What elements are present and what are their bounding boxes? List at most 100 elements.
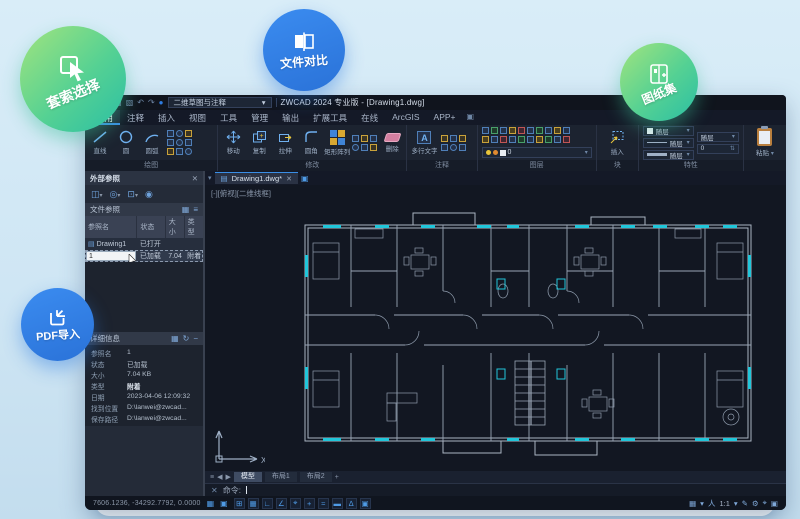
layer-tools[interactable] <box>481 127 592 145</box>
modify-mini-tools[interactable] <box>352 134 378 151</box>
isolate-objects-icon[interactable]: ⌖ <box>763 498 767 508</box>
command-line[interactable]: ✕ 命令: <box>205 483 786 496</box>
tab-app-plus[interactable]: APP+ <box>427 110 463 125</box>
workspace-gear-icon[interactable]: ⚙ <box>752 499 759 508</box>
annotation-scale-value[interactable]: 1:1 <box>719 499 729 508</box>
ucs-toggle[interactable]: ∆ <box>345 497 357 509</box>
tab-express[interactable]: 扩展工具 <box>306 110 354 125</box>
table-row[interactable]: ▤ Drawing1 已打开 <box>85 238 203 250</box>
tab-model[interactable]: 模型 <box>233 472 262 482</box>
details-collapse-icon[interactable]: − <box>193 334 198 343</box>
panel-label-modify[interactable]: 修改 <box>218 160 407 171</box>
xref-list-empty[interactable] <box>85 262 203 332</box>
refresh-ref-icon[interactable]: ◉ <box>145 189 153 200</box>
attach-image-icon[interactable]: ◎▾ <box>110 189 121 200</box>
tab-arcgis[interactable]: ArcGIS <box>385 110 426 125</box>
dyn-toggle[interactable]: ≈ <box>317 497 329 509</box>
panel-label-properties[interactable]: 特性 <box>638 160 743 171</box>
select-cycle-toggle[interactable]: ▣ <box>359 497 371 509</box>
copy-button[interactable]: + 复制 <box>248 130 270 155</box>
grid-toggle[interactable]: ▦ <box>247 497 259 509</box>
tab-layout2[interactable]: 布局2 <box>299 472 332 482</box>
tab-layout1[interactable]: 布局1 <box>264 472 297 482</box>
feature-badge-lasso[interactable]: 套索选择 <box>20 26 126 132</box>
tab-view[interactable]: 视图 <box>182 110 213 125</box>
polar-toggle[interactable]: ∠ <box>275 497 287 509</box>
arc-button[interactable]: 圆弧 <box>141 130 163 155</box>
plot-style-dropdown[interactable]: 随层 ▾ <box>696 131 739 142</box>
list-view-icon[interactable]: ▦ <box>182 205 190 214</box>
tab-online[interactable]: 在线 <box>354 110 385 125</box>
fullscreen-icon[interactable]: ▣ <box>771 499 778 508</box>
prev-layout-icon[interactable]: ◀ <box>217 473 222 481</box>
tab-tools[interactable]: 工具 <box>213 110 244 125</box>
add-layout-icon[interactable]: + <box>335 474 339 481</box>
doc-tab-menu-icon[interactable]: ▾ <box>208 174 212 182</box>
erase-button[interactable]: 删除 <box>381 132 403 153</box>
col-type[interactable]: 类型 <box>184 216 203 238</box>
model-space-icon[interactable]: ▦ <box>207 499 215 508</box>
draw-mini-tools[interactable] <box>167 130 192 155</box>
new-drawing-tab-icon[interactable]: ▣ <box>301 174 309 183</box>
move-button[interactable]: 移动 <box>222 130 244 155</box>
annotate-auto-icon[interactable]: ✎ <box>742 499 748 508</box>
col-size[interactable]: 大小 <box>165 216 185 238</box>
command-close-icon[interactable]: ✕ <box>211 486 218 495</box>
tab-manage[interactable]: 管理 <box>244 110 275 125</box>
stretch-button[interactable]: 拉伸 <box>274 130 296 155</box>
grid-display-icon[interactable]: ▦ <box>689 499 696 508</box>
feature-badge-compare[interactable]: 文件对比 <box>263 9 345 91</box>
next-layout-icon[interactable]: ▶ <box>225 473 230 481</box>
chevron-down-icon[interactable]: ▾ <box>734 499 738 508</box>
lineweight-toggle[interactable]: ▬ <box>331 497 343 509</box>
ribbon-minimize-icon[interactable]: ▣ <box>467 110 475 125</box>
viewport-controls[interactable]: [-][俯视][二维线框] <box>211 188 271 199</box>
document-tab[interactable]: ▤ Drawing1.dwg* ✕ <box>214 172 298 184</box>
feature-badge-pdf-import[interactable]: PDF导入 <box>21 288 94 361</box>
layer-dropdown[interactable]: 0 ▾ <box>481 147 592 158</box>
feature-badge-sheetset[interactable]: 图纸集 <box>620 43 698 121</box>
panel-label-draw[interactable]: 绘图 <box>85 160 218 171</box>
rect-array-button[interactable]: 矩形阵列 <box>324 129 350 156</box>
tab-output[interactable]: 输出 <box>275 110 306 125</box>
tab-annotate[interactable]: 注释 <box>120 110 151 125</box>
details-refresh-icon[interactable]: ↻ <box>183 334 190 343</box>
attach-dwg-icon[interactable]: ◫▾ <box>91 189 103 200</box>
annotate-mini-tools[interactable] <box>441 134 467 151</box>
chevron-down-icon[interactable]: ▾ <box>700 499 704 508</box>
circle-button[interactable]: 圆 <box>115 130 137 155</box>
ortho-toggle[interactable]: ∟ <box>261 497 273 509</box>
reference-name-edit[interactable]: 1 <box>86 251 137 262</box>
col-status[interactable]: 状态 <box>136 216 166 238</box>
paper-space-icon[interactable]: ▣ <box>220 499 228 508</box>
attach-pdf-icon[interactable]: ⊡▾ <box>127 189 138 200</box>
insert-block-button[interactable]: 插入 <box>606 130 628 156</box>
layout-menu-icon[interactable]: ≡ <box>210 474 214 481</box>
transparency-spinner[interactable]: 0 ⇅ <box>696 143 739 154</box>
save-file-icon[interactable]: ▧ <box>126 98 134 107</box>
annotation-scale-icon[interactable]: 人 <box>708 498 716 509</box>
online-status-icon[interactable]: ● <box>159 98 164 107</box>
lineweight-dropdown[interactable]: 随层 ▾ <box>642 149 694 160</box>
drawing-canvas[interactable]: [-][俯视][二维线框] X <box>205 185 786 471</box>
snap-toggle[interactable]: ⊞ <box>233 497 245 509</box>
line-button[interactable]: 直线 <box>89 130 111 155</box>
panel-label-layers[interactable]: 图层 <box>477 160 596 171</box>
col-reference-name[interactable]: 参照名 <box>85 216 138 238</box>
otrack-toggle[interactable]: + <box>303 497 315 509</box>
tree-view-icon[interactable]: ≡ <box>193 205 198 214</box>
close-icon[interactable]: ✕ <box>286 175 292 183</box>
panel-label-block[interactable]: 块 <box>596 160 638 171</box>
paste-button[interactable]: 粘贴 ▾ <box>754 126 776 157</box>
panel-label-annotate[interactable]: 注释 <box>407 160 477 171</box>
redo-icon[interactable]: ↷ <box>148 98 155 107</box>
details-list-icon[interactable]: ▦ <box>171 334 179 343</box>
table-row[interactable]: 1 已加载 7.04 KB 附着 <box>85 250 203 262</box>
tab-insert[interactable]: 插入 <box>151 110 182 125</box>
osnap-toggle[interactable]: ⌖ <box>289 497 301 509</box>
linetype-dropdown[interactable]: 随层 ▾ <box>642 137 694 148</box>
fillet-button[interactable]: 圆角 <box>300 130 322 155</box>
color-dropdown[interactable]: 随层 ▾ <box>642 125 694 136</box>
undo-icon[interactable]: ↶ <box>137 98 144 107</box>
workspace-dropdown[interactable]: 二维草图与注释 ▾ <box>167 97 272 108</box>
